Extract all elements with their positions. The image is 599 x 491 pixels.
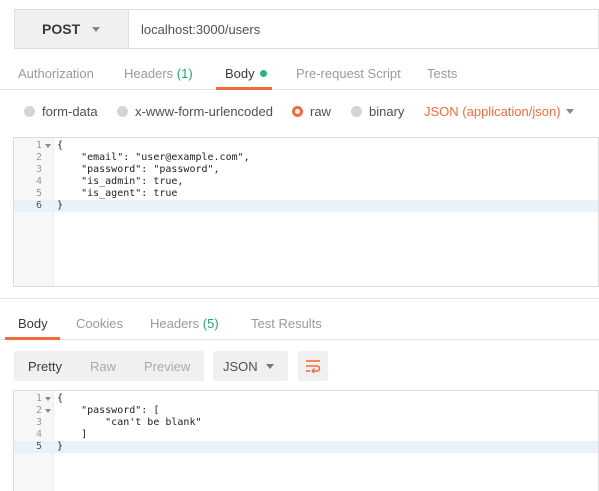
fold-arrow-icon xyxy=(45,144,51,148)
radio-circle-icon xyxy=(24,106,35,117)
radio-raw[interactable]: raw xyxy=(292,104,331,119)
format-select[interactable]: JSON xyxy=(213,351,288,381)
active-tab-indicator xyxy=(5,337,60,340)
response-tabs: Body Cookies Headers (5) Test Results xyxy=(0,306,599,340)
status-dot-icon xyxy=(259,70,267,77)
radio-circle-icon xyxy=(351,106,362,117)
code-line: 4 ] xyxy=(35,429,88,440)
method-select[interactable]: POST xyxy=(14,9,129,49)
radio-circle-icon xyxy=(117,106,128,117)
body-type-options: form-data x-www-form-urlencoded raw bina… xyxy=(0,100,599,124)
tab-cookies[interactable]: Cookies xyxy=(76,316,123,331)
tab-body[interactable]: Body xyxy=(225,66,267,81)
code-line-active: 5 } xyxy=(14,441,598,453)
radio-x-www-form-urlencoded[interactable]: x-www-form-urlencoded xyxy=(117,104,273,119)
request-body-editor[interactable]: 1 { 2 "email": "user@example.com", 3 "pa… xyxy=(13,137,599,287)
code-line: 2 "password": [ xyxy=(35,405,160,416)
tab-headers[interactable]: Headers (1) xyxy=(124,66,193,81)
code-line: 2 "email": "user@example.com", xyxy=(35,152,250,163)
fold-arrow-icon xyxy=(45,397,51,401)
wrap-lines-icon xyxy=(306,360,321,373)
headers-count: (1) xyxy=(176,66,193,81)
method-label: POST xyxy=(42,21,81,37)
code-line: 1 { xyxy=(35,393,64,404)
url-input[interactable]: localhost:3000/users xyxy=(129,9,599,49)
chevron-down-icon xyxy=(92,26,100,32)
code-line-active: 6 } xyxy=(14,200,598,212)
mode-raw-button[interactable]: Raw xyxy=(76,359,130,374)
radio-binary[interactable]: binary xyxy=(351,104,404,119)
code-line: 3 "password": "password", xyxy=(35,164,220,175)
code-line: 1 { xyxy=(35,140,64,151)
tab-authorization[interactable]: Authorization xyxy=(18,66,94,81)
fold-arrow-icon xyxy=(45,409,51,413)
tab-test-results[interactable]: Test Results xyxy=(251,316,322,331)
request-bar: POST localhost:3000/users xyxy=(14,9,599,49)
tab-pre-request-script[interactable]: Pre-request Script xyxy=(296,66,401,81)
request-tabs: Authorization Headers (1) Body Pre-reque… xyxy=(0,56,599,90)
headers-count: (5) xyxy=(202,316,219,331)
tab-response-body[interactable]: Body xyxy=(18,316,48,331)
radio-form-data[interactable]: form-data xyxy=(24,104,98,119)
radio-selected-icon xyxy=(292,106,303,117)
mode-preview-button[interactable]: Preview xyxy=(130,359,204,374)
response-body-viewer[interactable]: 1 { 2 "password": [ 3 "can't be blank" 4… xyxy=(13,390,599,491)
mode-pretty-button[interactable]: Pretty xyxy=(14,359,76,374)
code-line: 4 "is_admin": true, xyxy=(35,176,184,187)
code-line: 3 "can't be blank" xyxy=(35,417,202,428)
view-mode-toggle: Pretty Raw Preview xyxy=(14,351,204,381)
chevron-down-icon xyxy=(566,109,574,114)
active-tab-indicator xyxy=(216,87,272,90)
tab-tests[interactable]: Tests xyxy=(427,66,457,81)
section-divider xyxy=(0,298,599,299)
url-text: localhost:3000/users xyxy=(141,21,261,37)
chevron-down-icon xyxy=(266,364,274,369)
wrap-lines-button[interactable] xyxy=(298,351,328,381)
tab-response-headers[interactable]: Headers (5) xyxy=(150,316,219,331)
code-line: 5 "is_agent": true xyxy=(35,188,178,199)
content-type-select[interactable]: JSON (application/json) xyxy=(424,104,561,119)
